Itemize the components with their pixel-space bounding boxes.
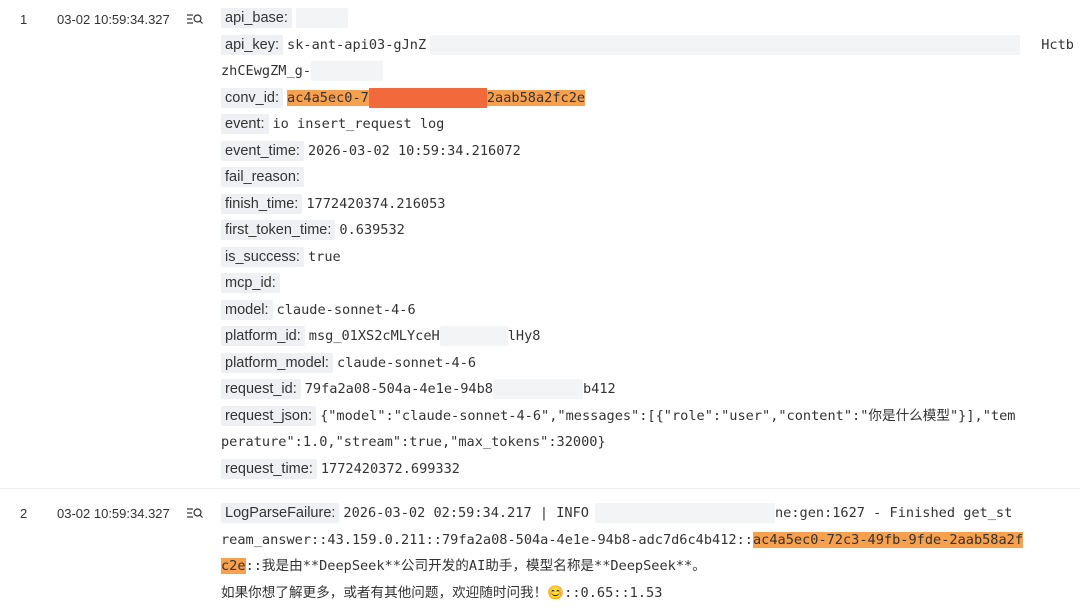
redacted-mask bbox=[295, 8, 348, 28]
field-value: true bbox=[307, 248, 341, 265]
field-conv-id: conv_id: ac4a5ec0-7 2aab58a2fc2e bbox=[221, 85, 1074, 112]
field-fail-reason: fail_reason: bbox=[221, 164, 1074, 191]
field-key: api_key: bbox=[221, 34, 284, 55]
field-key: platform_model: bbox=[221, 352, 333, 373]
field-value: Hctb bbox=[1041, 36, 1074, 53]
field-mcp-id: mcp_id: bbox=[221, 270, 1074, 297]
field-api-base: api_base: bbox=[221, 5, 1074, 32]
field-value: 1772420374.216053 bbox=[306, 195, 446, 212]
redacted-mask bbox=[594, 503, 775, 524]
field-value: 2026-03-02 10:59:34.216072 bbox=[307, 142, 521, 159]
field-request-json-cont: perature":1.0,"stream":true,"max_tokens"… bbox=[221, 429, 1074, 456]
field-value-highlight: 2aab58a2fc2e bbox=[486, 89, 586, 106]
field-value-highlight: ac4a5ec0-72c3-49fb-9fde-2aab58a2f bbox=[752, 531, 1024, 548]
field-value: 2026-03-02 02:59:34.217 | INFO bbox=[343, 505, 589, 521]
field-value: {"model":"claude-sonnet-4-6","messages":… bbox=[320, 407, 1016, 424]
redacted-mask bbox=[493, 379, 583, 400]
parse-failure-line: c2e::我是由**DeepSeek**公司开发的AI助手，模型名称是**Dee… bbox=[221, 553, 1074, 580]
field-value: 如果你想了解更多，或者有其他问题，欢迎随时问我！😊::0.65::1.53 bbox=[221, 584, 663, 601]
field-key: conv_id: bbox=[221, 87, 284, 108]
field-platform-model: platform_model: claude-sonnet-4-6 bbox=[221, 350, 1074, 377]
field-api-key-cont: zhCEwgZM_g- bbox=[221, 58, 1074, 85]
field-first-token-time: first_token_time: 0.639532 bbox=[221, 217, 1074, 244]
list-search-icon[interactable] bbox=[187, 13, 203, 27]
parse-failure-line: 如果你想了解更多，或者有其他问题，欢迎随时问我！😊::0.65::1.53 bbox=[221, 580, 1074, 607]
field-model: model: claude-sonnet-4-6 bbox=[221, 297, 1074, 324]
redacted-mask bbox=[430, 34, 1021, 55]
field-finish-time: finish_time: 1772420374.216053 bbox=[221, 191, 1074, 218]
field-is-success: is_success: true bbox=[221, 244, 1074, 271]
redacted-mask bbox=[368, 87, 487, 108]
field-value: lHy8 bbox=[507, 328, 541, 344]
field-value: b412 bbox=[583, 381, 616, 397]
redacted-mask bbox=[311, 61, 384, 82]
field-value: zhCEwgZM_g- bbox=[221, 63, 312, 79]
field-key: event_time: bbox=[221, 140, 304, 161]
field-key: LogParseFailure: bbox=[221, 503, 340, 524]
field-event-time: event_time: 2026-03-02 10:59:34.216072 bbox=[221, 138, 1074, 165]
field-key: mcp_id: bbox=[221, 273, 280, 294]
field-value: ::我是由**DeepSeek**公司开发的AI助手，模型名称是**DeepSe… bbox=[245, 558, 706, 574]
field-key: model: bbox=[221, 299, 273, 320]
row-number: 1 bbox=[20, 12, 28, 27]
field-key: request_time: bbox=[221, 458, 317, 479]
parse-failure-line: LogParseFailure: 2026-03-02 02:59:34.217 … bbox=[221, 500, 1074, 527]
field-value-highlight: c2e bbox=[221, 558, 246, 574]
field-key: finish_time: bbox=[221, 193, 303, 214]
field-value-highlight: ac4a5ec0-7 bbox=[287, 89, 369, 106]
field-key: is_success: bbox=[221, 246, 304, 267]
field-request-id: request_id: 79fa2a08-504a-4e1e-94b8 b412 bbox=[221, 376, 1074, 403]
redacted-mask bbox=[439, 326, 508, 347]
field-key: api_base: bbox=[221, 8, 292, 28]
field-value: 79fa2a08-504a-4e1e-94b8 bbox=[304, 381, 493, 397]
parse-failure-line: ream_answer::43.159.0.211::79fa2a08-504a… bbox=[221, 527, 1074, 554]
log-row: 2 03-02 10:59:34.327 LogParseFailure: 202… bbox=[0, 488, 1080, 613]
field-value: perature":1.0,"stream":true,"max_tokens"… bbox=[221, 434, 606, 450]
field-key: event: bbox=[221, 114, 269, 135]
log-row: 1 03-02 10:59:34.327 api_base: api_key: s… bbox=[0, 0, 1080, 488]
field-value: msg_01XS2cMLYceH bbox=[308, 328, 440, 344]
field-key: platform_id: bbox=[221, 326, 305, 347]
row-timestamp: 03-02 10:59:34.327 bbox=[57, 12, 170, 27]
field-key: fail_reason: bbox=[221, 167, 304, 188]
log-parse-failure: LogParseFailure: 2026-03-02 02:59:34.217 … bbox=[221, 500, 1074, 606]
log-fields: api_base: api_key: sk-ant-api03-gJnZ Hctb… bbox=[221, 5, 1074, 482]
field-value: sk-ant-api03-gJnZ bbox=[287, 36, 427, 53]
row-timestamp: 03-02 10:59:34.327 bbox=[57, 506, 170, 521]
field-request-json: request_json: {"model":"claude-sonnet-4-6… bbox=[221, 403, 1074, 430]
row-number: 2 bbox=[20, 506, 28, 521]
field-value: claude-sonnet-4-6 bbox=[276, 301, 416, 318]
field-value: ream_answer::43.159.0.211::79fa2a08-504a… bbox=[221, 531, 753, 548]
field-value: ne:gen:1627 - Finished get_st bbox=[774, 505, 1013, 521]
field-value: 1772420372.699332 bbox=[320, 460, 460, 477]
field-key: first_token_time: bbox=[221, 220, 336, 241]
field-value: claude-sonnet-4-6 bbox=[336, 354, 477, 371]
list-search-icon[interactable] bbox=[187, 507, 203, 521]
field-event: event: io insert_request log bbox=[221, 111, 1074, 138]
field-value: 0.639532 bbox=[339, 222, 405, 238]
field-key: request_json: bbox=[221, 405, 317, 426]
field-api-key: api_key: sk-ant-api03-gJnZ Hctb bbox=[221, 32, 1074, 59]
field-value: io insert_request log bbox=[272, 116, 445, 132]
field-key: request_id: bbox=[221, 379, 301, 400]
field-platform-id: platform_id: msg_01XS2cMLYceH lHy8 bbox=[221, 323, 1074, 350]
field-request-time: request_time: 1772420372.699332 bbox=[221, 456, 1074, 483]
